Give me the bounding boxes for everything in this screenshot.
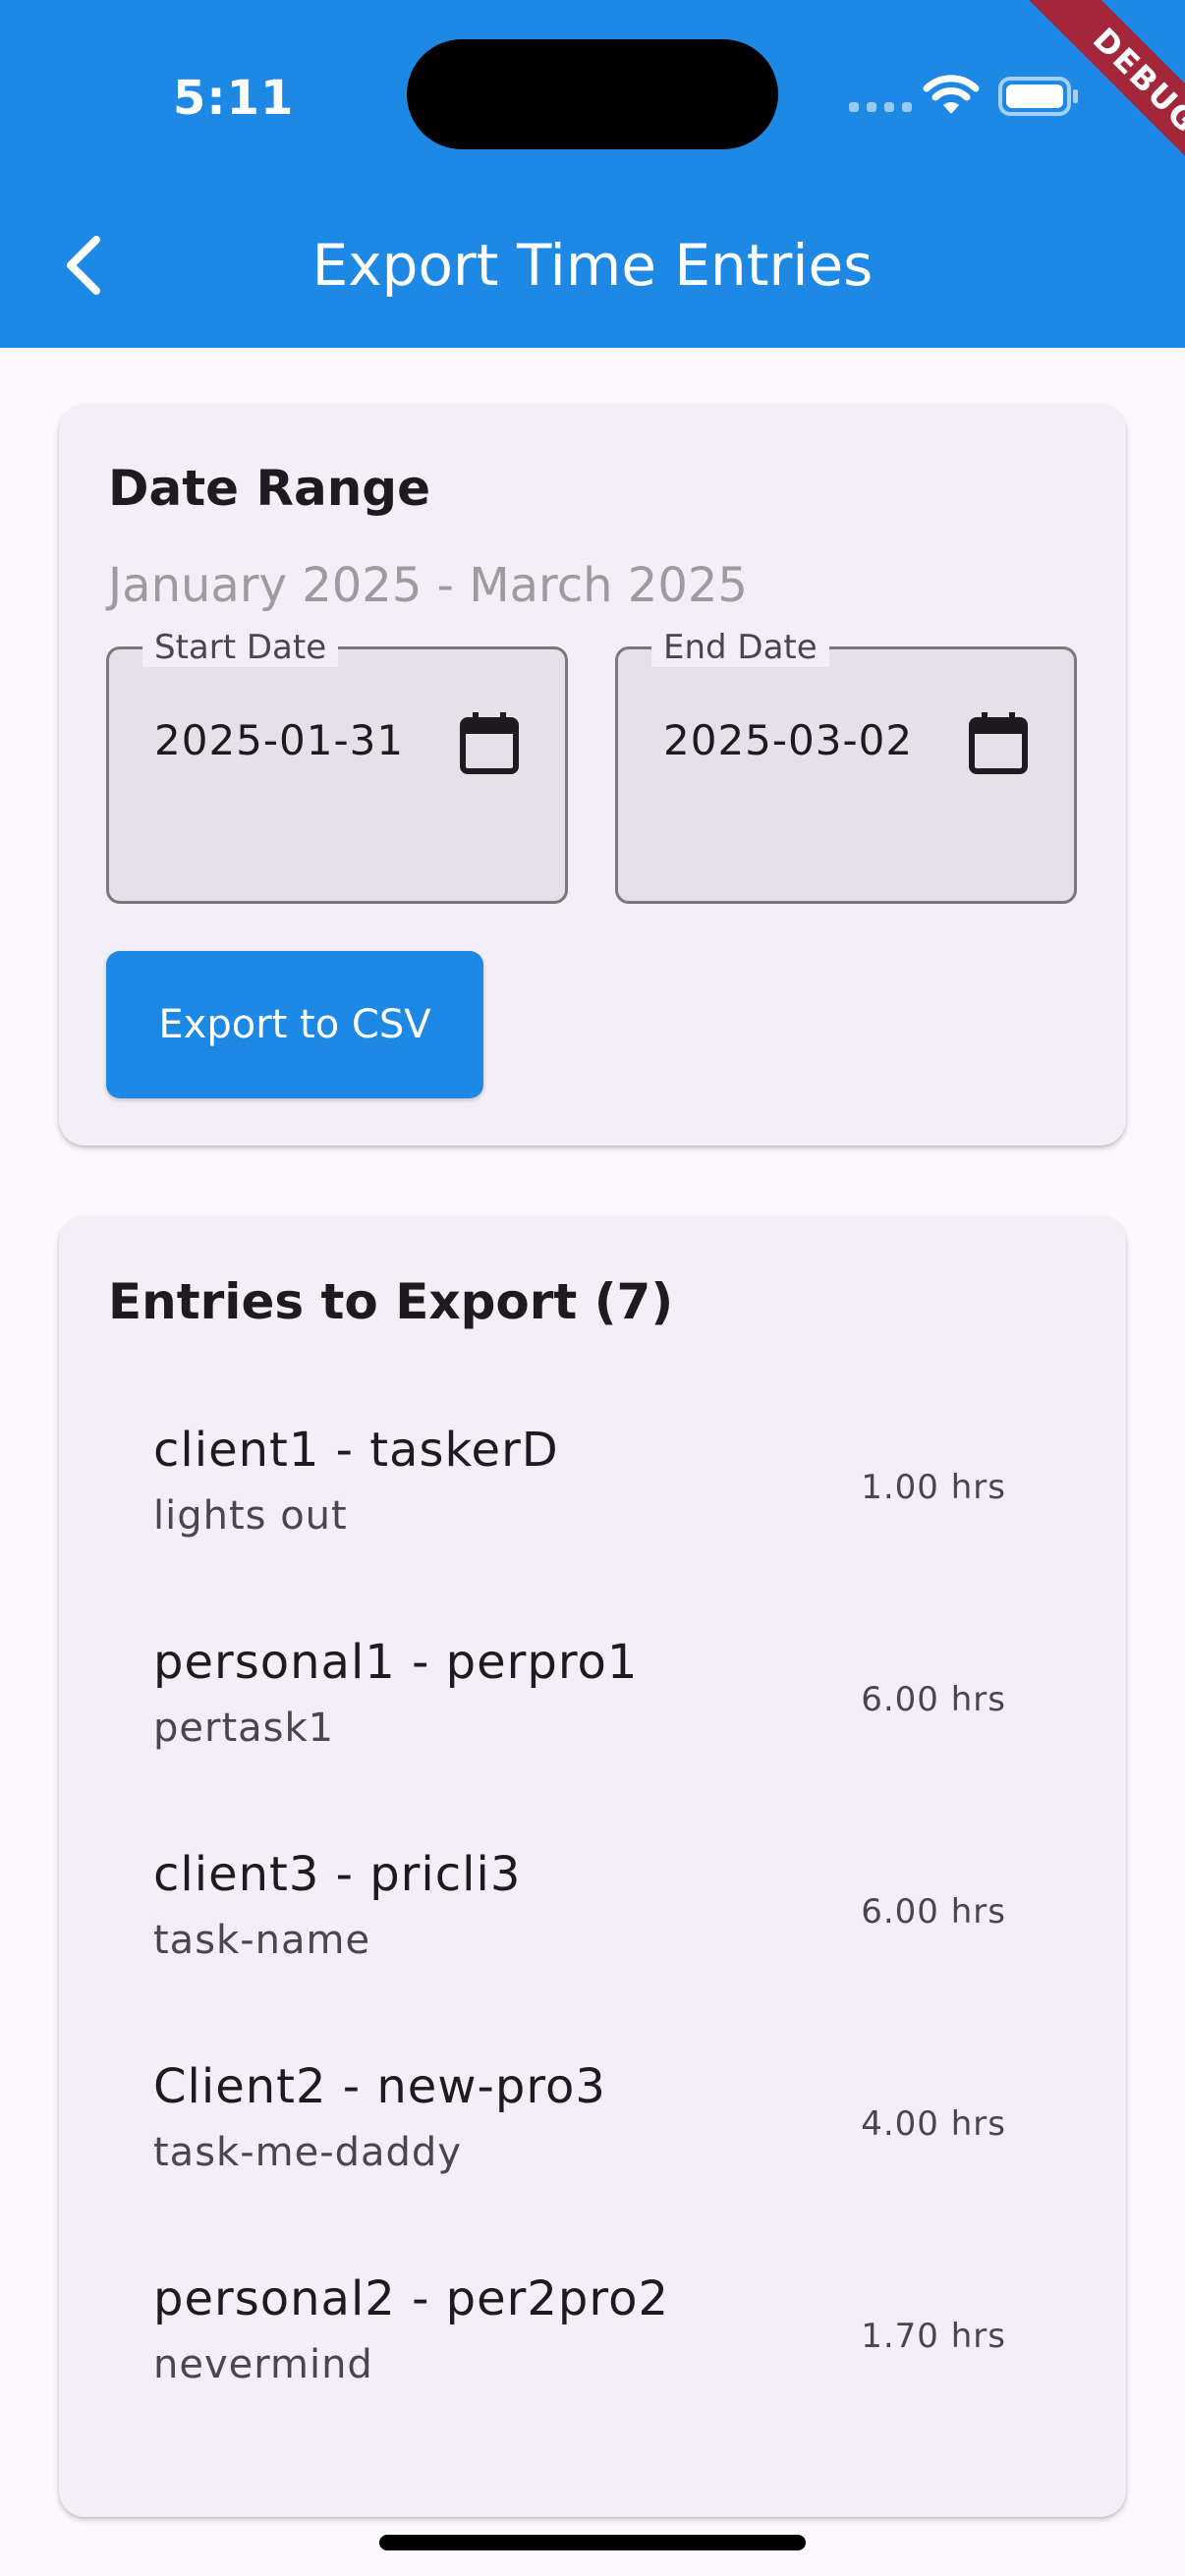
entry-subtitle: lights out: [153, 1493, 348, 1539]
entries-card: Entries to Export (7) client1 - taskerD …: [59, 1216, 1126, 2517]
entry-subtitle: task-name: [153, 1918, 371, 1963]
entries-title: Entries to Export (7): [108, 1273, 674, 1330]
entry-item[interactable]: client3 - pricli3 task-name 6.00 hrs: [59, 1818, 1126, 2014]
calendar-icon[interactable]: [968, 710, 1029, 775]
date-range-card: Date Range January 2025 - March 2025 Sta…: [59, 405, 1126, 1146]
date-range-title: Date Range: [108, 460, 431, 517]
end-date-value: 2025-03-02: [663, 716, 914, 764]
export-csv-button[interactable]: Export to CSV: [106, 951, 483, 1098]
start-date-field[interactable]: Start Date 2025-01-31: [106, 628, 568, 904]
calendar-icon[interactable]: [459, 710, 520, 775]
home-indicator: [379, 2535, 806, 2550]
page-title: Export Time Entries: [311, 232, 874, 299]
start-date-value: 2025-01-31: [154, 716, 405, 764]
entry-item[interactable]: Client2 - new-pro3 task-me-daddy 4.00 hr…: [59, 2030, 1126, 2226]
entry-title: personal1 - perpro1: [153, 1635, 639, 1690]
entry-hours: 1.70 hrs: [861, 2317, 1006, 2356]
entry-subtitle: task-me-daddy: [153, 2130, 462, 2175]
wifi-icon: [923, 75, 980, 114]
entry-title: personal2 - per2pro2: [153, 2271, 669, 2326]
entry-subtitle: nevermind: [153, 2342, 373, 2387]
entry-title: client3 - pricli3: [153, 1847, 522, 1902]
dynamic-island: [407, 39, 778, 149]
entry-title: Client2 - new-pro3: [153, 2059, 606, 2114]
entry-hours: 1.00 hrs: [861, 1468, 1006, 1507]
entry-hours: 6.00 hrs: [861, 1680, 1006, 1719]
end-date-label: End Date: [651, 628, 829, 667]
entry-title: client1 - taskerD: [153, 1423, 559, 1478]
status-time: 5:11: [173, 71, 295, 126]
battery-icon: [998, 77, 1078, 116]
end-date-field[interactable]: End Date 2025-03-02: [615, 628, 1077, 904]
start-date-label: Start Date: [142, 628, 339, 667]
app-bar: 5:11 DEBUG Export Time Entries: [0, 0, 1185, 348]
cellular-signal-icon: [849, 102, 912, 112]
entry-item[interactable]: client1 - taskerD lights out 1.00 hrs: [59, 1393, 1126, 1590]
entry-hours: 6.00 hrs: [861, 1892, 1006, 1932]
date-range-summary: January 2025 - March 2025: [108, 558, 748, 613]
entry-subtitle: pertask1: [153, 1706, 335, 1751]
entry-hours: 4.00 hrs: [861, 2104, 1006, 2144]
entry-item[interactable]: personal2 - per2pro2 nevermind 1.70 hrs: [59, 2242, 1126, 2438]
entry-item[interactable]: personal1 - perpro1 pertask1 6.00 hrs: [59, 1605, 1126, 1802]
